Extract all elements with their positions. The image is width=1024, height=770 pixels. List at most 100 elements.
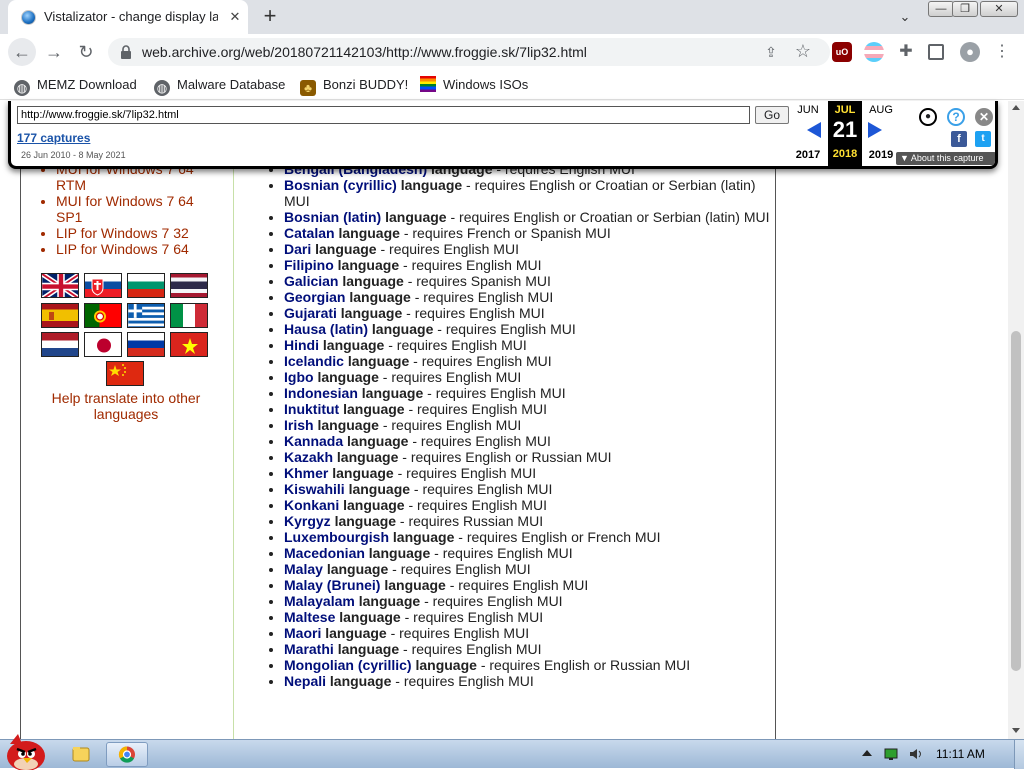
sidebar-link[interactable]: RTM (56, 177, 86, 193)
wayback-url-input[interactable]: http://www.froggie.sk/7lip32.html (17, 106, 750, 124)
sidebar-link[interactable]: LIP for Windows 7 64 (56, 241, 189, 257)
language-link[interactable]: Georgian (284, 289, 345, 305)
sidebar-link[interactable]: LIP for Windows 7 32 (56, 225, 189, 241)
next-month-label[interactable]: AUG (864, 104, 898, 116)
wayback-go-button[interactable]: Go (755, 106, 789, 124)
bulgaria-flag-icon[interactable] (127, 273, 165, 298)
bookmark-bonzi-buddy[interactable]: ♣ Bonzi BUDDY! (300, 76, 408, 96)
japan-flag-icon[interactable] (84, 332, 122, 357)
language-link[interactable]: Kazakh (284, 449, 333, 465)
language-link[interactable]: Mongolian (cyrillic) (284, 657, 412, 673)
page-scrollbar[interactable] (1008, 101, 1024, 739)
language-link[interactable]: Hindi (284, 337, 319, 353)
address-url[interactable]: web.archive.org/web/20180721142103/http:… (142, 44, 587, 60)
account-icon[interactable]: ● (919, 108, 937, 126)
netherlands-flag-icon[interactable] (41, 332, 79, 357)
tab-close-icon[interactable]: ✕ (226, 8, 244, 26)
network-icon[interactable] (884, 747, 900, 761)
language-link[interactable]: Konkani (284, 497, 339, 513)
show-desktop-button[interactable] (1014, 740, 1024, 769)
extensions-puzzle-icon[interactable]: ✚ (896, 42, 916, 62)
tab-search-chevron-icon[interactable]: ⌄ (894, 6, 916, 28)
twitter-icon[interactable]: t (975, 131, 991, 147)
chrome-taskbar-button[interactable] (106, 742, 148, 767)
language-link[interactable]: Malayalam (284, 593, 355, 609)
taskbar-clock[interactable]: 11:11 AM (936, 747, 985, 761)
greece-flag-icon[interactable] (127, 303, 165, 328)
forward-arrow-icon[interactable]: → (40, 38, 68, 66)
sidebar-item[interactable]: LIP for Windows 7 64 (56, 241, 226, 257)
language-link[interactable]: Igbo (284, 369, 314, 385)
language-link[interactable]: Khmer (284, 465, 328, 481)
bookmark-windows-isos[interactable]: Windows ISOs (420, 76, 528, 94)
language-link[interactable]: Luxembourgish (284, 529, 389, 545)
language-link[interactable]: Icelandic (284, 353, 344, 369)
next-capture-arrow-icon[interactable] (868, 122, 882, 138)
share-icon[interactable]: ⇪ (760, 41, 782, 63)
sidebar-link[interactable]: MUI for Windows 7 64 (56, 193, 194, 209)
ublock-icon[interactable]: uO (832, 42, 852, 62)
language-link[interactable]: Indonesian (284, 385, 358, 401)
language-link[interactable]: Kyrgyz (284, 513, 331, 529)
russia-flag-icon[interactable] (127, 332, 165, 357)
portugal-flag-icon[interactable] (84, 303, 122, 328)
back-arrow-icon[interactable]: ← (8, 38, 36, 66)
uk-flag-icon[interactable] (41, 273, 79, 298)
scroll-up-icon[interactable] (1012, 105, 1020, 110)
volume-icon[interactable] (908, 747, 924, 761)
maximize-button[interactable]: ❐ (952, 1, 978, 17)
scroll-down-icon[interactable] (1012, 728, 1020, 733)
thailand-flag-icon[interactable] (170, 273, 208, 298)
menu-kebab-icon[interactable]: ⋮ (992, 42, 1012, 62)
prev-year-label[interactable]: 2017 (791, 149, 825, 161)
captures-link[interactable]: 177 captures (17, 131, 90, 145)
reload-icon[interactable]: ↻ (72, 38, 100, 66)
language-link[interactable]: Kannada (284, 433, 343, 449)
language-link[interactable]: Kiswahili (284, 481, 345, 497)
help-translate-link[interactable]: Help translate into other languages (36, 390, 216, 422)
bookmark-star-icon[interactable]: ☆ (792, 40, 814, 62)
spain-flag-icon[interactable] (41, 303, 79, 328)
bookmark-memz[interactable]: ◍ MEMZ Download (14, 76, 137, 96)
language-link[interactable]: Gujarati (284, 305, 337, 321)
tray-overflow-icon[interactable] (862, 750, 872, 756)
close-wayback-icon[interactable]: ✕ (975, 108, 993, 126)
language-link[interactable]: Catalan (284, 225, 335, 241)
language-link[interactable]: Dari (284, 241, 311, 257)
sidebar-item[interactable]: LIP for Windows 7 32 (56, 225, 226, 241)
sidebar-link[interactable]: SP1 (56, 209, 82, 225)
address-bar[interactable]: web.archive.org/web/20180721142103/http:… (108, 38, 830, 66)
language-link[interactable]: Nepali (284, 673, 326, 689)
prev-month-label[interactable]: JUN (791, 104, 825, 116)
bookmark-malware-database[interactable]: ◍ Malware Database (154, 76, 285, 96)
close-window-button[interactable]: ✕ (980, 1, 1018, 17)
new-tab-button[interactable]: + (258, 5, 282, 29)
about-capture-button[interactable]: ▼ About this capture (896, 152, 995, 165)
language-link[interactable]: Filipino (284, 257, 334, 273)
file-explorer-taskbar-button[interactable] (60, 742, 102, 767)
browser-tab[interactable]: Vistalizator - change display la ✕ (8, 0, 248, 34)
prev-capture-arrow-icon[interactable] (807, 122, 821, 138)
china-flag-icon[interactable] (106, 361, 144, 386)
slovakia-flag-icon[interactable] (84, 273, 122, 298)
scrollbar-thumb[interactable] (1011, 331, 1021, 671)
language-link[interactable]: Malay (284, 561, 323, 577)
language-link[interactable]: Hausa (latin) (284, 321, 368, 337)
minimize-button[interactable]: — (928, 1, 954, 17)
language-link[interactable]: Inuktitut (284, 401, 339, 417)
sidebar-item[interactable]: MUI for Windows 7 64SP1 (56, 193, 226, 225)
language-link[interactable]: Bosnian (cyrillic) (284, 177, 397, 193)
language-link[interactable]: Malay (Brunei) (284, 577, 380, 593)
facebook-icon[interactable]: f (951, 131, 967, 147)
side-panel-icon[interactable] (928, 44, 944, 60)
angry-bird-start-icon[interactable] (2, 732, 48, 770)
language-link[interactable]: Marathi (284, 641, 334, 657)
language-link[interactable]: Galician (284, 273, 338, 289)
language-link[interactable]: Irish (284, 417, 314, 433)
next-year-label[interactable]: 2019 (864, 149, 898, 161)
language-link[interactable]: Maltese (284, 609, 335, 625)
help-question-icon[interactable]: ? (947, 108, 965, 126)
italy-flag-icon[interactable] (170, 303, 208, 328)
language-link[interactable]: Bosnian (latin) (284, 209, 381, 225)
profile-avatar-icon[interactable]: ● (960, 42, 980, 62)
